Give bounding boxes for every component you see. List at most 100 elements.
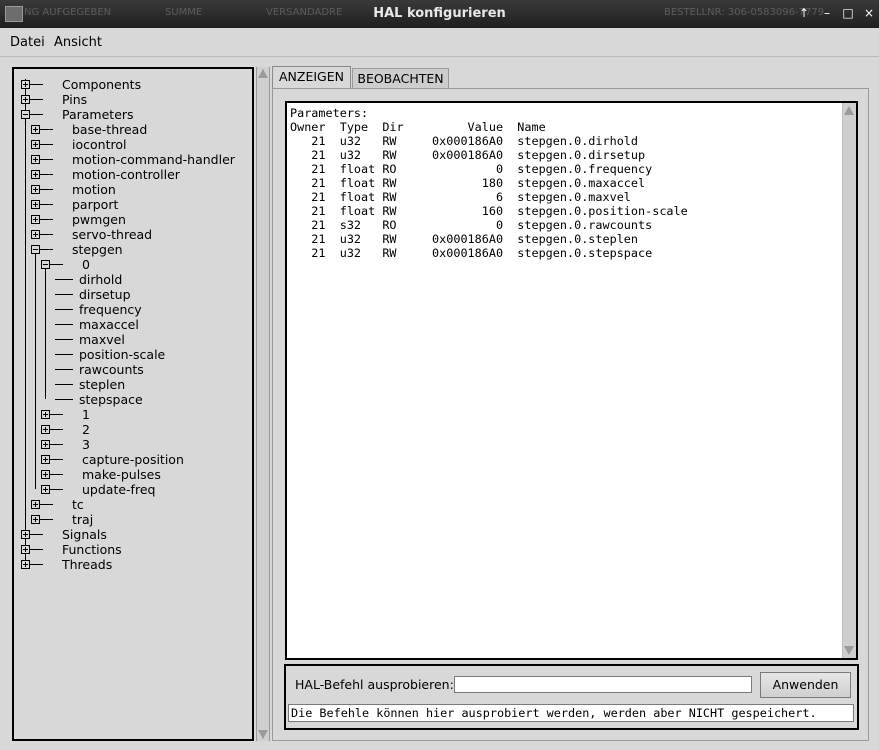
tree-item-label: servo-thread: [72, 227, 153, 242]
tree-item-label: 0: [82, 257, 90, 272]
tree-item-label: motion-controller: [72, 167, 180, 182]
tree-item[interactable]: position-scale: [59, 347, 259, 362]
parameters-text: Parameters: Owner Type Dir Value Name 21…: [290, 106, 688, 260]
tree-item-label: stepgen: [72, 242, 123, 257]
tree-item[interactable]: Pins: [29, 92, 229, 107]
tree-item[interactable]: Components: [29, 77, 229, 92]
tree-item[interactable]: 3: [49, 437, 249, 452]
params-table: Owner Type Dir Value Name 21 u32 RW 0x00…: [290, 120, 688, 260]
minimize-button[interactable]: –: [819, 5, 835, 21]
tree-item[interactable]: iocontrol: [39, 137, 239, 152]
tree-item[interactable]: 0: [49, 257, 249, 272]
tree-item-label: maxvel: [79, 332, 125, 347]
tree-item-label: Threads: [62, 557, 113, 572]
tree-item[interactable]: Parameters: [29, 107, 229, 122]
tree-item[interactable]: maxvel: [59, 332, 259, 347]
tree-item[interactable]: update-freq: [49, 482, 249, 497]
tree-item[interactable]: frequency: [59, 302, 259, 317]
param-row[interactable]: 21 u32 RW 0x000186A0 stepgen.0.stepspace: [290, 246, 652, 260]
param-row[interactable]: 21 s32 RO 0 stepgen.0.rawcounts: [290, 218, 652, 232]
tree-item[interactable]: pwmgen: [39, 212, 239, 227]
param-row[interactable]: 21 u32 RW 0x000186A0 stepgen.0.steplen: [290, 232, 638, 246]
tree-item-label: update-freq: [82, 482, 156, 497]
tree-item[interactable]: stepgen: [39, 242, 239, 257]
tree-item[interactable]: stepspace: [59, 392, 259, 407]
tree-item-label: position-scale: [79, 347, 166, 362]
scroll-down-icon[interactable]: [258, 730, 268, 739]
tree-item[interactable]: steplen: [59, 377, 259, 392]
tree-item-label: maxaccel: [79, 317, 139, 332]
tree-item-label: rawcounts: [79, 362, 144, 377]
tree-item[interactable]: capture-position: [49, 452, 249, 467]
params-header-row: Owner Type Dir Value Name: [290, 120, 546, 134]
status-message: Die Befehle können hier ausprobiert werd…: [288, 704, 854, 722]
scroll-down-icon[interactable]: [844, 646, 854, 655]
tab-beobachten[interactable]: BEOBACHTEN: [352, 68, 449, 88]
close-button[interactable]: ×: [861, 5, 877, 21]
tree-item-label: Components: [62, 77, 142, 92]
param-row[interactable]: 21 float RW 180 stepgen.0.maxaccel: [290, 176, 645, 190]
keep-above-button[interactable]: ↑: [796, 5, 812, 21]
tree-item[interactable]: 1: [49, 407, 249, 422]
tree-item-label: capture-position: [82, 452, 184, 467]
tree-item-label: dirsetup: [79, 287, 131, 302]
tree-item-label: parport: [72, 197, 119, 212]
tree-item-label: Parameters: [62, 107, 134, 122]
parameters-text-view[interactable]: Parameters: Owner Type Dir Value Name 21…: [285, 101, 858, 660]
tree-guide-line: [25, 79, 26, 564]
tree-guide-line: [35, 253, 36, 489]
maximize-button[interactable]: □: [840, 5, 856, 21]
command-label: HAL-Befehl ausprobieren:: [295, 677, 454, 692]
param-row[interactable]: 21 u32 RW 0x000186A0 stepgen.0.dirhold: [290, 134, 638, 148]
tree-item[interactable]: 2: [49, 422, 249, 437]
tree-item-label: base-thread: [72, 122, 148, 137]
scroll-up-icon[interactable]: [844, 106, 854, 115]
tree-item[interactable]: tc: [39, 497, 239, 512]
tree-item[interactable]: Functions: [29, 542, 229, 557]
tree-item-label: Pins: [62, 92, 88, 107]
tree-item-label: iocontrol: [72, 137, 127, 152]
tree-item[interactable]: Signals: [29, 527, 229, 542]
params-heading: Parameters:: [290, 106, 369, 120]
tree-item[interactable]: dirsetup: [59, 287, 259, 302]
tree-item[interactable]: servo-thread: [39, 227, 239, 242]
tree-item-label: frequency: [79, 302, 142, 317]
menu-datei[interactable]: Datei: [10, 35, 45, 50]
tree-item-label: Signals: [62, 527, 107, 542]
tree-item[interactable]: make-pulses: [49, 467, 249, 482]
param-row[interactable]: 21 float RO 0 stepgen.0.frequency: [290, 162, 652, 176]
tree-item[interactable]: Threads: [29, 557, 229, 572]
tree-item-label: dirhold: [79, 272, 123, 287]
tree-item-label: 2: [82, 422, 90, 437]
param-row[interactable]: 21 float RW 6 stepgen.0.maxvel: [290, 190, 631, 204]
tree-scrollbar[interactable]: [256, 67, 270, 741]
tree-item[interactable]: dirhold: [59, 272, 259, 287]
scroll-up-icon[interactable]: [258, 69, 268, 78]
tree-guide-line: [45, 268, 46, 399]
tree-item[interactable]: traj: [39, 512, 239, 527]
hal-tree[interactable]: Components Pins Parameters base-thread iocon…: [12, 67, 254, 741]
tree-item[interactable]: motion-controller: [39, 167, 239, 182]
param-row[interactable]: 21 u32 RW 0x000186A0 stepgen.0.dirsetup: [290, 148, 645, 162]
tree-item-label: pwmgen: [72, 212, 126, 227]
tree-item-label: motion: [72, 182, 116, 197]
menu-ansicht[interactable]: Ansicht: [54, 35, 102, 50]
param-row[interactable]: 21 float RW 160 stepgen.0.position-scale: [290, 204, 687, 218]
tree-item-label: stepspace: [79, 392, 143, 407]
tree-item[interactable]: rawcounts: [59, 362, 259, 377]
tree-item-label: motion-command-handler: [72, 152, 235, 167]
tab-anzeigen[interactable]: ANZEIGEN: [272, 66, 351, 89]
text-scrollbar[interactable]: [842, 103, 856, 658]
tree-item-label: make-pulses: [82, 467, 161, 482]
tree-item-label: 3: [82, 437, 90, 452]
tree-item[interactable]: motion: [39, 182, 239, 197]
apply-button[interactable]: Anwenden: [760, 672, 851, 698]
command-input[interactable]: [454, 676, 752, 693]
tree-item[interactable]: maxaccel: [59, 317, 259, 332]
tree-item-label: Functions: [62, 542, 122, 557]
tree-item[interactable]: base-thread: [39, 122, 239, 137]
title-bar: NG AUFGEGEBEN SUMME VERSANDADRE BESTELLN…: [0, 0, 879, 28]
tree-item-label: traj: [72, 512, 94, 527]
tree-item[interactable]: motion-command-handler: [39, 152, 239, 167]
tree-item[interactable]: parport: [39, 197, 239, 212]
